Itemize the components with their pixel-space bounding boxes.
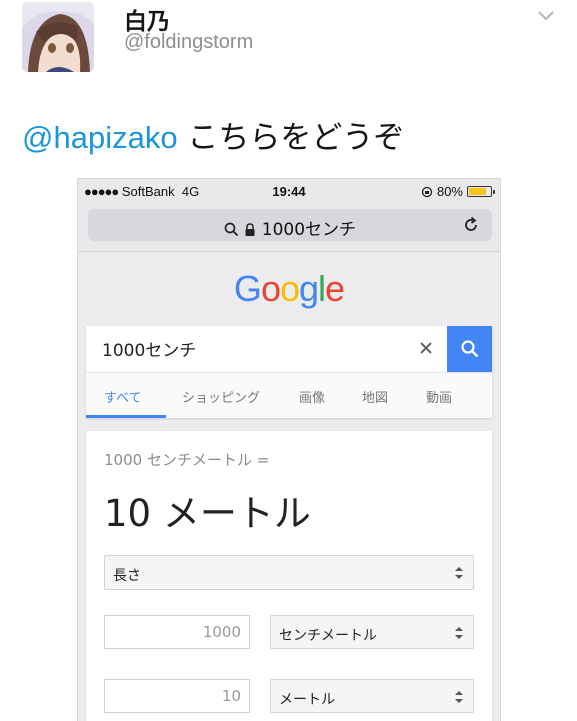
search-button[interactable] (447, 326, 492, 372)
google-logo-letter: e (325, 268, 345, 309)
battery-percent: 80% (436, 184, 463, 199)
user-handle[interactable]: @foldingstorm (124, 31, 253, 54)
lock-icon (245, 223, 255, 236)
clear-icon[interactable] (418, 340, 434, 356)
updown-arrows-icon (455, 567, 463, 579)
tab-videos[interactable]: 動画 (426, 387, 452, 406)
tab-images[interactable]: 画像 (299, 387, 325, 406)
tab-shopping[interactable]: ショッピング (182, 387, 260, 406)
to-unit-value: メートル (279, 692, 335, 708)
address-bar[interactable]: 1000センチ (88, 209, 492, 241)
avatar[interactable] (22, 2, 94, 72)
unit-converter-card: 1000 センチメートル = 10 メートル 長さ センチメートル メートル (86, 431, 492, 721)
mention-link[interactable]: @hapizako (22, 120, 178, 155)
google-logo-letter: o (260, 268, 281, 309)
to-unit-select[interactable]: メートル (270, 679, 474, 713)
google-logo[interactable]: Google (78, 268, 500, 310)
google-logo-letter: o (279, 268, 300, 309)
conversion-result: 10 メートル (104, 492, 311, 535)
google-logo-letter: g (299, 268, 319, 309)
google-logo-letter: l (318, 268, 326, 309)
chevron-down-icon[interactable] (536, 8, 556, 24)
reload-icon[interactable] (462, 216, 480, 234)
active-tab-indicator (86, 415, 166, 418)
from-value-input[interactable] (104, 615, 250, 649)
battery-area: 80% (421, 184, 495, 199)
unit-category-select[interactable]: 長さ (104, 555, 474, 590)
unit-category-value: 長さ (113, 568, 141, 584)
updown-arrows-icon (455, 627, 463, 639)
battery-icon (467, 186, 495, 197)
conversion-query: 1000 センチメートル = (104, 451, 270, 469)
google-logo-letter: G (233, 268, 262, 309)
from-unit-select[interactable]: センチメートル (270, 615, 474, 649)
updown-arrows-icon (455, 691, 463, 703)
search-box (86, 326, 492, 372)
tweet-text: @hapizako こちらをどうぞ (22, 112, 404, 157)
tab-maps[interactable]: 地図 (362, 387, 388, 406)
tweet-body: こちらをどうぞ (177, 120, 405, 156)
search-tabs: すべて ショッピング 画像 地図 動画 (86, 372, 492, 418)
status-bar: ●●●●● SoftBank 4G 19:44 80% (78, 179, 500, 203)
to-value-input[interactable] (104, 679, 250, 713)
attached-screenshot[interactable]: ●●●●● SoftBank 4G 19:44 80% 1000センチ Goog… (77, 178, 501, 721)
tab-all[interactable]: すべて (104, 387, 142, 406)
avatar-anime-girl-image (22, 2, 94, 72)
search-icon (460, 340, 478, 358)
search-icon (224, 222, 239, 237)
google-results-page: Google すべて ショッピング 画像 地図 動画 1000 センチメ (78, 251, 500, 721)
battery-level-fill (469, 188, 486, 195)
orientation-lock-icon (421, 186, 433, 197)
from-unit-value: センチメートル (279, 628, 377, 644)
search-input[interactable] (102, 338, 402, 358)
url-text: 1000センチ (261, 220, 357, 240)
